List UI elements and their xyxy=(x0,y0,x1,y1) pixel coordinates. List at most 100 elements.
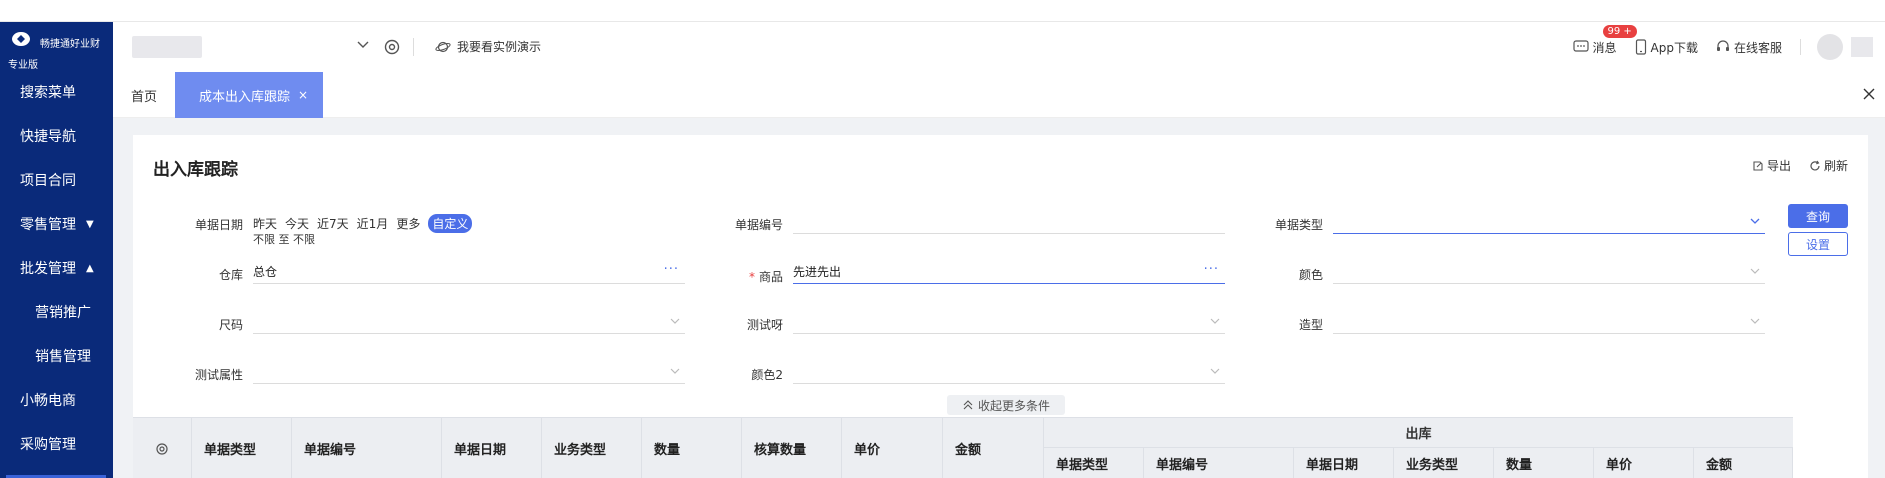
th-amount[interactable]: 金额 xyxy=(943,418,1044,478)
refresh-label: 刷新 xyxy=(1823,159,1848,173)
color-select[interactable] xyxy=(1333,260,1765,284)
tab-bar: 首页 成本出入库跟踪 × xyxy=(113,72,1885,118)
size-select[interactable] xyxy=(253,310,685,334)
style-label: 造型 xyxy=(1298,318,1323,332)
user-name[interactable] xyxy=(1851,37,1873,57)
refresh-icon xyxy=(1810,160,1820,170)
quick-date-more[interactable]: 更多 xyxy=(396,215,420,233)
quick-date-7days[interactable]: 近7天 xyxy=(317,215,349,233)
close-icon[interactable] xyxy=(1861,86,1877,102)
chevron-down-icon xyxy=(670,368,680,374)
th-biz-type[interactable]: 业务类型 xyxy=(542,418,642,478)
panel-actions: 导出 刷新 xyxy=(1734,157,1848,174)
tab-close-icon[interactable]: × xyxy=(298,88,308,102)
sidebar-item-label: 销售管理 xyxy=(35,349,91,365)
sidebar: 畅捷通好业财 专业版 搜索菜单 快捷导航 项目合同 零售管理 ▼ 批发管理 ▲ 营销… xyxy=(0,22,113,478)
chevron-down-icon xyxy=(1750,318,1760,324)
demo-link[interactable]: 我要看实例演示 xyxy=(435,38,541,55)
product-field[interactable]: 先进先出 ··· xyxy=(793,260,1225,284)
test-label: 测试呀 xyxy=(746,318,783,332)
th-unit-price[interactable]: 单价 xyxy=(842,418,943,478)
doc-no-label: 单据编号 xyxy=(734,218,783,232)
chevron-down-icon xyxy=(670,318,680,324)
gear-icon[interactable] xyxy=(383,38,401,56)
app-download-button[interactable]: App下载 xyxy=(1635,39,1698,56)
sidebar-item-retail[interactable]: 零售管理 ▼ xyxy=(0,202,113,246)
tab-home[interactable]: 首页 xyxy=(131,72,157,118)
service-label: 在线客服 xyxy=(1733,40,1782,55)
sidebar-item-label: 快捷导航 xyxy=(20,129,76,145)
th-doc-no[interactable]: 单据编号 xyxy=(292,418,442,478)
th-out-quantity[interactable]: 数量 xyxy=(1494,448,1594,478)
sidebar-item-quick-nav[interactable]: 快捷导航 xyxy=(0,114,113,158)
color2-select[interactable] xyxy=(793,360,1225,384)
header-divider xyxy=(413,38,414,56)
test-select[interactable] xyxy=(793,310,1225,334)
top-header: 我要看实例演示 消息 99 + App下载 在线客服 xyxy=(113,22,1885,72)
th-quantity[interactable]: 数量 xyxy=(642,418,742,478)
th-accounting-qty[interactable]: 核算数量 xyxy=(742,418,842,478)
company-select[interactable] xyxy=(118,32,378,62)
page-title: 出入库跟踪 xyxy=(153,160,238,180)
sidebar-item-sales[interactable]: 销售管理 xyxy=(0,334,113,378)
more-icon[interactable]: ··· xyxy=(1204,262,1219,277)
color2-label: 颜色2 xyxy=(751,368,783,382)
sidebar-item-project-contract[interactable]: 项目合同 xyxy=(0,158,113,202)
tab-home-label: 首页 xyxy=(131,89,158,105)
query-button[interactable]: 查询 xyxy=(1788,204,1848,228)
doc-type-select[interactable] xyxy=(1333,210,1765,234)
table-header: 单据类型 单据编号 单据日期 业务类型 数量 核算数量 单价 金额 出库 单据类… xyxy=(133,417,1793,478)
more-icon[interactable]: ··· xyxy=(664,262,679,277)
caret-down-icon: ▼ xyxy=(86,218,94,230)
th-doc-type[interactable]: 单据类型 xyxy=(192,418,292,478)
sidebar-item-ecommerce[interactable]: 小畅电商 xyxy=(0,378,113,422)
warehouse-label: 仓库 xyxy=(218,268,243,282)
color-label: 颜色 xyxy=(1298,268,1323,282)
date-range[interactable]: 不限 至 不限 xyxy=(253,231,315,247)
quick-date-custom[interactable]: 自定义 xyxy=(428,214,473,233)
th-out-doc-no[interactable]: 单据编号 xyxy=(1144,448,1294,478)
doc-no-input[interactable] xyxy=(793,210,1225,234)
product-label: * 商品 xyxy=(693,268,783,285)
tab-active-label: 成本出入库跟踪 xyxy=(199,89,291,105)
th-out-doc-type[interactable]: 单据类型 xyxy=(1044,448,1144,478)
chevron-down-icon xyxy=(1750,218,1760,224)
logo-icon xyxy=(12,32,30,46)
messages-badge: 99 + xyxy=(1602,24,1637,38)
tab-cost-inout-tracking[interactable]: 成本出入库跟踪 × xyxy=(175,72,323,118)
refresh-button[interactable]: 刷新 xyxy=(1809,157,1848,174)
warehouse-field[interactable]: 总仓 ··· xyxy=(253,260,685,284)
sidebar-item-label: 采购管理 xyxy=(20,437,76,453)
header-divider xyxy=(1800,39,1801,55)
th-out-amount[interactable]: 金额 xyxy=(1694,448,1793,478)
sidebar-item-wholesale[interactable]: 批发管理 ▲ xyxy=(0,246,113,290)
avatar[interactable] xyxy=(1817,34,1843,60)
brand[interactable]: 畅捷通好业财 专业版 xyxy=(0,22,113,71)
quick-date-1month[interactable]: 近1月 xyxy=(357,215,389,233)
style-select[interactable] xyxy=(1333,310,1765,334)
settings-button[interactable]: 设置 xyxy=(1788,232,1848,256)
sidebar-item-label: 零售管理 xyxy=(20,217,76,233)
headset-icon xyxy=(1716,40,1729,51)
th-out-unit-price[interactable]: 单价 xyxy=(1594,448,1694,478)
column-settings[interactable] xyxy=(133,418,192,478)
online-service-button[interactable]: 在线客服 xyxy=(1716,39,1782,56)
sidebar-item-purchase[interactable]: 采购管理 xyxy=(0,422,113,466)
th-doc-date[interactable]: 单据日期 xyxy=(442,418,542,478)
sidebar-item-marketing[interactable]: 营销推广 xyxy=(0,290,113,334)
th-out-biz-type[interactable]: 业务类型 xyxy=(1394,448,1494,478)
brand-name: 畅捷通好业财 xyxy=(40,39,100,50)
required-mark: * xyxy=(748,270,755,284)
test-attr-select[interactable] xyxy=(253,360,685,384)
test-attr-label: 测试属性 xyxy=(194,368,243,382)
th-out-doc-date[interactable]: 单据日期 xyxy=(1294,448,1394,478)
product-label-text: 商品 xyxy=(758,270,783,284)
doc-type-label: 单据类型 xyxy=(1274,218,1323,232)
export-button[interactable]: 导出 xyxy=(1752,157,1791,174)
planet-icon xyxy=(435,41,451,52)
collapse-conditions-button[interactable]: 收起更多条件 xyxy=(947,395,1065,415)
sidebar-item-label: 项目合同 xyxy=(20,173,76,189)
top-strip xyxy=(0,0,1885,22)
messages-button[interactable]: 消息 99 + xyxy=(1572,24,1637,56)
sidebar-item-search-menu[interactable]: 搜索菜单 xyxy=(0,70,113,114)
